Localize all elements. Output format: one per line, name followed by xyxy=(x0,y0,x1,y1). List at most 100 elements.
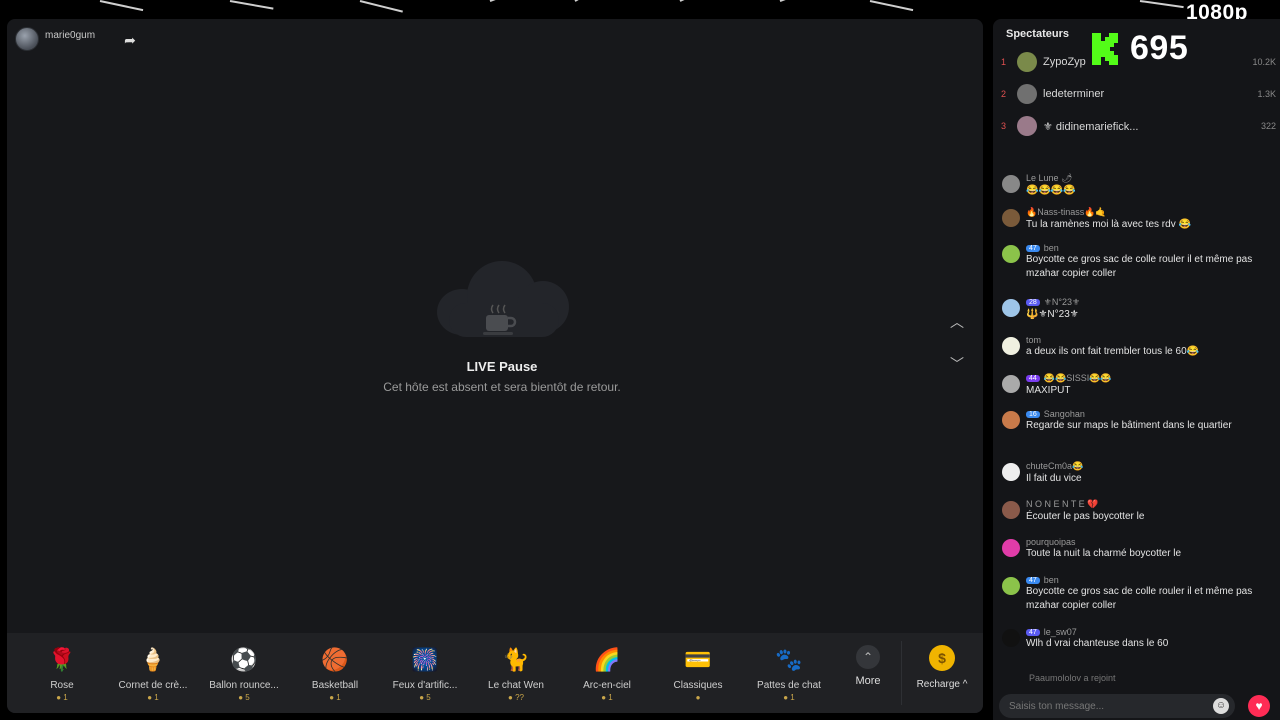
chat-username[interactable]: chuteCm0a😂 xyxy=(1026,461,1272,472)
spectators-label[interactable]: Spectateurs xyxy=(1006,28,1069,40)
avatar[interactable] xyxy=(1002,539,1020,557)
top-viewer-row[interactable]: 1 ZypoZyp 10.2K xyxy=(1001,50,1276,74)
chat-message[interactable]: chuteCm0a😂 Il fait du vice xyxy=(1002,461,1272,486)
chat-text: Il fait du vice xyxy=(1026,473,1082,484)
avatar[interactable] xyxy=(1002,463,1020,481)
gift-name: Basketball xyxy=(311,680,359,691)
host-name[interactable]: marie0gum xyxy=(45,30,95,41)
gift-item[interactable]: 🏀 Basketball ● 1 xyxy=(295,645,375,702)
chat-input-bar: ☺ ♥ xyxy=(993,691,1280,720)
gift-item[interactable]: 🐾 Pattes de chat ● 1 xyxy=(749,645,829,702)
gift-item[interactable]: 🐈 Le chat Wen ● ?? xyxy=(476,645,556,702)
pause-subtitle: Cet hôte est absent et sera bientôt de r… xyxy=(383,380,621,394)
host-avatar[interactable] xyxy=(15,27,39,51)
chat-input[interactable] xyxy=(999,694,1235,718)
gift-item[interactable]: 🍦 Cornet de crè... ● 1 xyxy=(113,645,193,702)
chat-text: Toute la nuit la charmé boycotter le xyxy=(1026,548,1182,559)
gift-price: ● 1 xyxy=(56,693,68,702)
chat-message[interactable]: 44 😂😂SISSI😂😂 MAXIPUT xyxy=(1002,373,1272,398)
level-badge: 47 xyxy=(1026,576,1040,584)
avatar[interactable] xyxy=(1002,337,1020,355)
chat-message[interactable]: 47 ben Boycotte ce gros sac de colle roule… xyxy=(1002,575,1272,613)
chat-message[interactable]: 28 ⚜N°23⚜ 🔱⚜N°23⚜ xyxy=(1002,297,1272,322)
top-viewer-row[interactable]: 2 ledeterminer 1.3K xyxy=(1001,82,1276,106)
chat-username[interactable]: 47 ben xyxy=(1026,575,1272,585)
chat-message[interactable]: 47 ben Boycotte ce gros sac de colle roule… xyxy=(1002,243,1272,281)
chat-text: Boycotte ce gros sac de colle rouler il … xyxy=(1026,254,1253,279)
gift-item[interactable]: 💳 Classiques ● xyxy=(658,645,738,702)
chevron-up-icon[interactable]: ︿ xyxy=(947,312,967,332)
emoji-icon[interactable]: ☺ xyxy=(1213,698,1229,714)
avatar[interactable] xyxy=(1002,245,1020,263)
gift-price: ● xyxy=(695,693,701,702)
share-icon[interactable]: ➦ xyxy=(121,31,139,49)
gift-name: Arc-en-ciel xyxy=(583,680,631,691)
level-badge: 47 xyxy=(1026,628,1040,636)
gift-item[interactable]: 🌹 Rose ● 1 xyxy=(22,645,102,702)
avatar[interactable] xyxy=(1002,501,1020,519)
avatar[interactable] xyxy=(1002,299,1020,317)
chat-text: Boycotte ce gros sac de colle rouler il … xyxy=(1026,586,1253,611)
chat-message[interactable]: 47 le_sw07 Wlh d vrai chanteuse dans le 60 xyxy=(1002,627,1272,651)
ice-cream-icon: 🍦 xyxy=(139,647,167,672)
chat-username[interactable]: N O N E N T E 💔 xyxy=(1026,499,1272,510)
chat-message[interactable]: 🔥Nass-tinass🔥🤙 Tu la ramènes moi là avec … xyxy=(1002,207,1272,232)
chat-username[interactable]: 🔥Nass-tinass🔥🤙 xyxy=(1026,207,1272,218)
rank-number: 2 xyxy=(1001,89,1007,99)
heart-icon[interactable]: ♥ xyxy=(1248,695,1270,717)
gift-price: ● 1 xyxy=(329,693,341,702)
chat-username[interactable]: 47 le_sw07 xyxy=(1026,627,1272,637)
recharge-button[interactable]: $ Recharge ^ xyxy=(907,645,977,690)
chat-username[interactable]: tom xyxy=(1026,335,1272,345)
chat-message[interactable]: 16 Sangohan Regarde sur maps le bâtiment d… xyxy=(1002,409,1272,433)
sidebar: Spectateurs 695 1 ZypoZyp 10.2K 2 ledetermin… xyxy=(993,19,1280,720)
video-player[interactable]: marie0gum ➦ LIVE Pause Cet hôte est abse… xyxy=(7,19,983,713)
avatar[interactable] xyxy=(1002,209,1020,227)
gift-bar: 🌹 Rose ● 1 🍦 Cornet de crè... ● 1 ⚽ Ballon roun… xyxy=(7,633,983,713)
pause-title: LIVE Pause xyxy=(466,359,538,374)
avatar[interactable] xyxy=(1002,629,1020,647)
chat-username[interactable]: Le Lune 🌶 xyxy=(1026,173,1272,184)
level-badge: 47 xyxy=(1026,244,1040,252)
avatar[interactable] xyxy=(1002,411,1020,429)
level-badge: 16 xyxy=(1026,410,1040,418)
chat-text: 🔱⚜N°23⚜ xyxy=(1026,309,1079,320)
gift-item[interactable]: 🎆 Feux d'artific... ● 5 xyxy=(385,645,465,702)
chat-message[interactable]: Le Lune 🌶 😂😂😂😂 xyxy=(1002,173,1272,198)
chat-message[interactable]: tom a deux ils ont fait trembler tous le … xyxy=(1002,335,1272,359)
chat-message[interactable]: N O N E N T E 💔 Écouter le pas boycotter … xyxy=(1002,499,1272,524)
chat-message[interactable]: pourquoipas Toute la nuit la charmé boyco… xyxy=(1002,537,1272,561)
cat-icon: 🐈 xyxy=(502,647,530,672)
pause-panel: LIVE Pause Cet hôte est absent et sera b… xyxy=(367,259,637,394)
join-notice: Paaumololov a rejoint xyxy=(1029,673,1116,683)
top-viewer-row[interactable]: 3 ⚜ didinemariefick... 322 xyxy=(1001,114,1276,138)
chevron-down-icon[interactable]: ﹀ xyxy=(947,354,967,374)
viewer-name: ledeterminer xyxy=(1043,88,1105,100)
rank-number: 1 xyxy=(1001,57,1007,67)
gift-card-icon: 💳 xyxy=(684,647,712,672)
host-info[interactable]: marie0gum xyxy=(15,27,95,51)
viewer-score: 10.2K xyxy=(1252,57,1276,67)
level-badge: 44 xyxy=(1026,375,1040,382)
more-button[interactable]: ⌃ More xyxy=(843,645,893,687)
viewer-score: 1.3K xyxy=(1257,89,1276,99)
gift-name: Cornet de crè... xyxy=(118,680,188,691)
gift-item[interactable]: ⚽ Ballon rounce... ● 5 xyxy=(204,645,284,702)
gift-price: ● 1 xyxy=(147,693,159,702)
chat-username[interactable]: 47 ben xyxy=(1026,243,1272,253)
avatar[interactable] xyxy=(1002,175,1020,193)
chat-username[interactable]: 44 😂😂SISSI😂😂 xyxy=(1026,373,1272,384)
gift-price: ● 5 xyxy=(419,693,431,702)
gift-name: Pattes de chat xyxy=(757,680,821,691)
chevron-up-icon: ⌃ xyxy=(856,645,880,669)
gift-name: Classiques xyxy=(673,680,723,691)
avatar[interactable] xyxy=(1002,375,1020,393)
gift-item[interactable]: 🌈 Arc-en-ciel ● 1 xyxy=(567,645,647,702)
chat-text: 😂😂😂😂 xyxy=(1026,185,1076,196)
chat-username[interactable]: 28 ⚜N°23⚜ xyxy=(1026,297,1272,308)
chat-username[interactable]: pourquoipas xyxy=(1026,537,1272,547)
coffee-cloud-icon xyxy=(427,259,577,339)
chat-username[interactable]: 16 Sangohan xyxy=(1026,409,1272,419)
rose-icon: 🌹 xyxy=(48,647,76,672)
avatar[interactable] xyxy=(1002,577,1020,595)
